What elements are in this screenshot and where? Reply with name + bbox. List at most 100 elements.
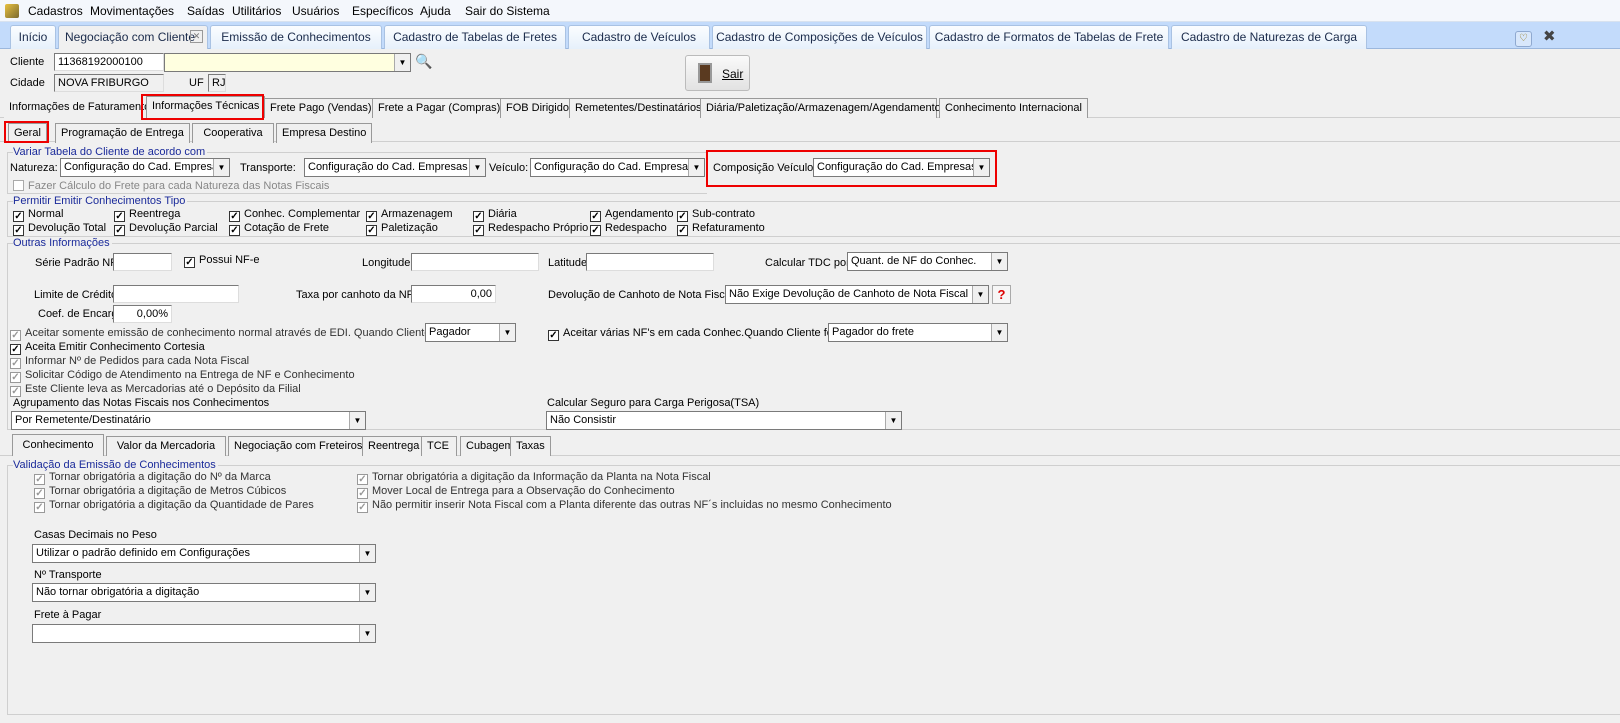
sair-label: Sair	[722, 67, 744, 81]
menu-sair-do-sistema[interactable]: Sair do Sistema	[465, 4, 550, 18]
window-tab-tabelas-fretes[interactable]: Cadastro de Tabelas de Fretes	[384, 25, 566, 49]
tab-conhecimento[interactable]: Conhecimento	[12, 434, 104, 456]
casas-select[interactable]: Utilizar o padrão definido em Configuraç…	[32, 544, 376, 563]
subtab-cooperativa[interactable]: Cooperativa	[192, 123, 274, 143]
window-tab-composicoes[interactable]: Cadastro de Composições de Veículos	[712, 25, 927, 49]
n-transporte-select[interactable]: Não tornar obrigatória a digitação ▼	[32, 583, 376, 602]
menu-movimentacoes[interactable]: Movimentações	[90, 4, 174, 18]
window-tab-formatos[interactable]: Cadastro de Formatos de Tabelas de Frete	[929, 25, 1169, 49]
unpin-icon[interactable]: ✖	[1543, 27, 1556, 45]
subtab-empresa-destino[interactable]: Empresa Destino	[276, 123, 373, 143]
planta-diferente-checkbox[interactable]: ✓ Não permitir inserir Nota Fiscal com a …	[357, 499, 892, 513]
coef-input[interactable]: 0,00%	[113, 305, 172, 323]
longitude-input[interactable]	[411, 253, 539, 271]
fazer-calculo-checkbox[interactable]: Fazer Cálculo do Frete para cada Naturez…	[13, 180, 329, 192]
window-tab-naturezas[interactable]: Cadastro de Naturezas de Carga	[1171, 25, 1367, 49]
permitir-label: Cotação de Frete	[244, 222, 329, 234]
window-tab-negociacao[interactable]: Negociação com Cliente ✕	[58, 25, 208, 49]
favorite-heart-icon[interactable]: ♡	[1515, 31, 1532, 47]
permitir-checkbox[interactable]: ✓ Normal	[13, 208, 63, 222]
possui-nfe-checkbox[interactable]: ✓ Possui NF-e	[184, 254, 260, 268]
pedidos-checkbox[interactable]: ✓ Informar Nº de Pedidos para cada Nota F…	[10, 355, 249, 369]
menu-ajuda[interactable]: Ajuda	[420, 4, 451, 18]
tab-informacoes-faturamento[interactable]: Informações de Faturamento	[4, 98, 156, 118]
chevron-down-icon: ▼	[394, 54, 410, 71]
permitir-checkbox[interactable]: ✓ Armazenagem	[366, 208, 453, 222]
menu-cadastros[interactable]: Cadastros	[28, 4, 83, 18]
tab-valor-mercadoria[interactable]: Valor da Mercadoria	[106, 436, 226, 456]
check-icon: ✓	[366, 211, 377, 222]
menu-usuarios[interactable]: Usuários	[292, 4, 339, 18]
menu-saidas[interactable]: Saídas	[187, 4, 224, 18]
permitir-checkbox[interactable]: ✓ Sub-contrato	[677, 208, 755, 222]
metros-checkbox[interactable]: ✓ Tornar obrigatória a digitação de Metro…	[34, 485, 286, 499]
serie-input[interactable]	[113, 253, 172, 271]
permitir-checkbox[interactable]: ✓ Refaturamento	[677, 222, 765, 236]
menu-especificos[interactable]: Específicos	[352, 4, 413, 18]
agrupamento-select[interactable]: Por Remetente/Destinatário ▼	[11, 411, 366, 430]
pares-checkbox[interactable]: ✓ Tornar obrigatória a digitação da Quant…	[34, 499, 314, 513]
menu-utilitarios[interactable]: Utilitários	[232, 4, 281, 18]
edi-checkbox[interactable]: ✓ Aceitar somente emissão de conhecimento…	[10, 327, 446, 341]
permitir-checkbox[interactable]: ✓ Paletização	[366, 222, 438, 236]
permitir-checkbox[interactable]: ✓ Devolução Parcial	[114, 222, 218, 236]
casas-label: Casas Decimais no Peso	[34, 529, 157, 541]
seguro-select[interactable]: Não Consistir ▼	[546, 411, 902, 430]
subtab-programacao-entrega[interactable]: Programação de Entrega	[55, 123, 190, 143]
deposito-checkbox[interactable]: ✓ Este Cliente leva as Mercadorias até o …	[10, 383, 301, 397]
frete-pagar-select[interactable]: ▼	[32, 624, 376, 643]
devolucao-select[interactable]: Não Exige Devolução de Canhoto de Nota F…	[725, 285, 989, 304]
tab-negociacao-freteiros[interactable]: Negociação com Freteiros	[228, 436, 369, 456]
window-tab-emissao[interactable]: Emissão de Conhecimentos	[210, 25, 382, 49]
check-icon: ✓	[473, 211, 484, 222]
permitir-checkbox[interactable]: ✓ Cotação de Frete	[229, 222, 329, 236]
tdc-select[interactable]: Quant. de NF do Conhec. ▼	[847, 252, 1008, 271]
marca-checkbox[interactable]: ✓ Tornar obrigatória a digitação do Nº da…	[34, 471, 271, 485]
codigo-checkbox[interactable]: ✓ Solicitar Código de Atendimento na Entr…	[10, 369, 355, 383]
tab-taxas[interactable]: Taxas	[510, 436, 551, 456]
longitude-label: Longitude	[362, 257, 411, 269]
cliente-code-input[interactable]: 11368192000100	[54, 53, 164, 71]
local-entrega-checkbox[interactable]: ✓ Mover Local de Entrega para a Observaçã…	[357, 485, 675, 499]
latitude-input[interactable]	[586, 253, 714, 271]
tab-diaria[interactable]: Diária/Paletização/Armazenagem/Agendamen…	[700, 98, 941, 118]
seguro-label: Calcular Seguro para Carga Perigosa(TSA)	[547, 397, 760, 409]
tab-reentrega[interactable]: Reentrega	[362, 436, 426, 456]
natureza-select[interactable]: Configuração do Cad. Empresas ▼	[60, 158, 230, 177]
permitir-checkbox[interactable]: ✓ Reentrega	[114, 208, 180, 222]
edi-value: Pagador	[429, 326, 471, 338]
transporte-select[interactable]: Configuração do Cad. Empresas ▼	[304, 158, 486, 177]
permitir-checkbox[interactable]: ✓ Redespacho	[590, 222, 667, 236]
permitir-checkbox[interactable]: ✓ Redespacho Próprio	[473, 222, 588, 236]
close-tab-icon[interactable]: ✕	[190, 30, 203, 43]
tab-frete-a-pagar[interactable]: Frete a Pagar (Compras)	[372, 98, 507, 118]
search-icon[interactable]: 🔍	[415, 53, 432, 70]
permitir-checkbox[interactable]: ✓ Agendamento	[590, 208, 674, 222]
window-tab-inicio[interactable]: Início	[10, 25, 56, 49]
help-button[interactable]: ?	[992, 285, 1011, 304]
limite-input[interactable]	[113, 285, 239, 303]
tab-conhecimento-internacional[interactable]: Conhecimento Internacional	[939, 98, 1088, 118]
permitir-checkbox[interactable]: ✓ Conhec. Complementar	[229, 208, 360, 222]
edi-select[interactable]: Pagador ▼	[425, 323, 516, 342]
tab-remetentes[interactable]: Remetentes/Destinatários	[569, 98, 708, 118]
tab-tce[interactable]: TCE	[421, 436, 457, 456]
pares-label: Tornar obrigatória a digitação da Quanti…	[49, 499, 314, 511]
permitir-checkbox[interactable]: ✓ Devolução Total	[13, 222, 106, 236]
tab-frete-pago[interactable]: Frete Pago (Vendas)	[264, 98, 378, 118]
composicao-select[interactable]: Configuração do Cad. Empresas ▼	[813, 158, 990, 177]
taxa-input[interactable]: 0,00	[411, 285, 496, 303]
cortesia-checkbox[interactable]: ✓ Aceita Emitir Conhecimento Cortesia	[10, 341, 205, 355]
sair-button[interactable]: Sair	[685, 55, 750, 91]
permitir-checkbox[interactable]: ✓ Diária	[473, 208, 517, 222]
window-tab-veiculos[interactable]: Cadastro de Veículos	[568, 25, 710, 49]
veiculo-select[interactable]: Configuração do Cad. Empresas ▼	[530, 158, 705, 177]
planta-checkbox[interactable]: ✓ Tornar obrigatória a digitação da Infor…	[357, 471, 711, 485]
check-icon: ✓	[677, 225, 688, 236]
check-icon: ✓	[34, 502, 45, 513]
frete-pagar-label: Frete à Pagar	[34, 609, 102, 621]
varias-nf-select[interactable]: Pagador do frete ▼	[828, 323, 1008, 342]
varias-nf-checkbox[interactable]: ✓ Aceitar várias NF's em cada Conhec.Quan…	[548, 327, 837, 341]
tab-fob-dirigido[interactable]: FOB Dirigido	[500, 98, 575, 118]
cliente-name-select[interactable]: ▼	[164, 53, 411, 72]
